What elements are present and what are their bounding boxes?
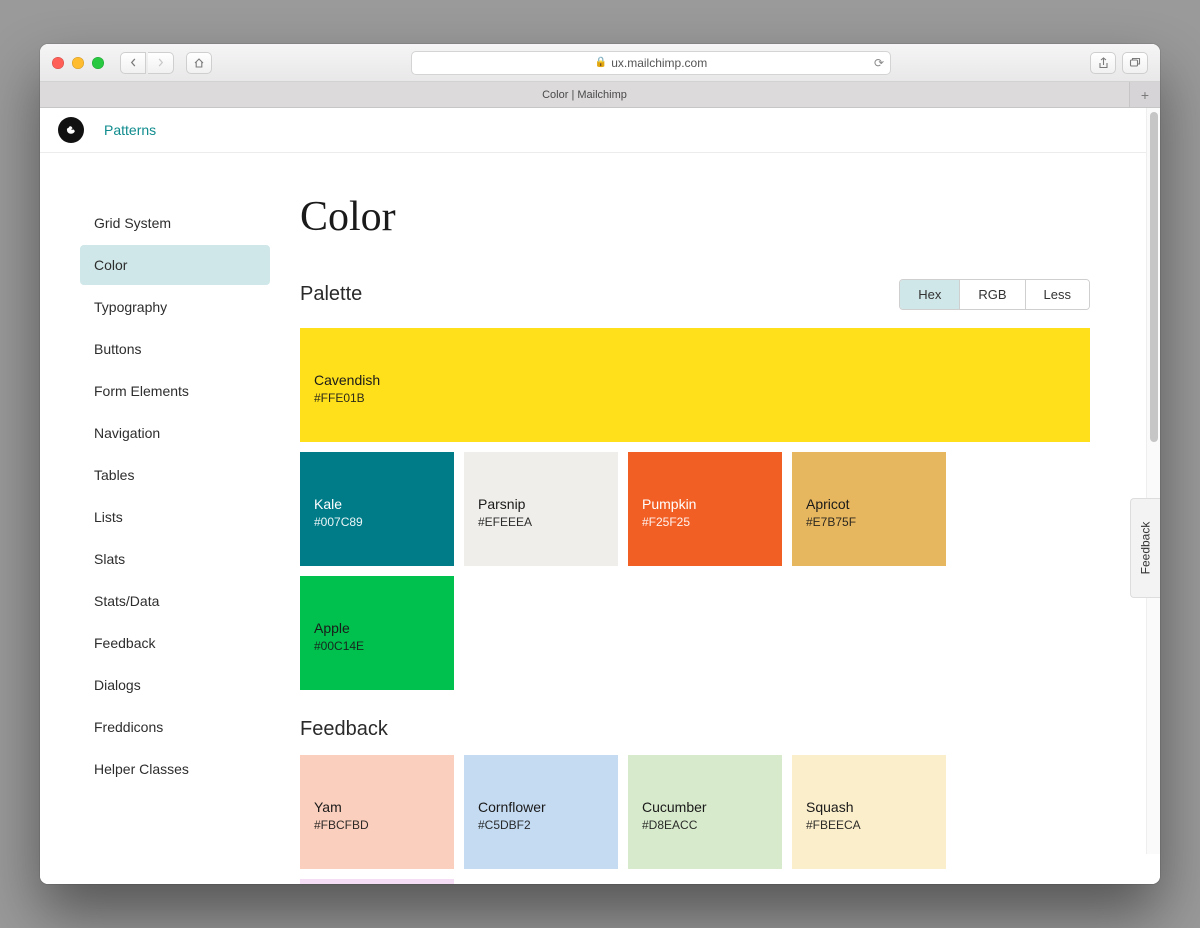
palette-swatches: Cavendish#FFE01BKale#007C89Parsnip#EFEEE… [300,328,1090,690]
toolbar-right [1090,52,1148,74]
nav-buttons [120,52,174,74]
browser-tab[interactable]: Color | Mailchimp [40,82,1130,107]
swatch-name: Cucumber [642,797,768,817]
feedback-side-tab[interactable]: Feedback [1130,498,1160,598]
main-content: Color Palette HexRGBLess Cavendish#FFE01… [290,153,1160,884]
swatch-hex: #00C14E [314,638,440,655]
swatch-name: Pumpkin [642,494,768,514]
sidebar-item-grid-system[interactable]: Grid System [80,203,270,243]
lock-icon: 🔒 [595,57,607,68]
close-window-button[interactable] [52,57,64,69]
sidebar-item-stats-data[interactable]: Stats/Data [80,581,270,621]
swatch-hex: #D8EACC [642,817,768,834]
scrollbar-thumb[interactable] [1150,112,1158,442]
url-text: ux.mailchimp.com [611,56,707,70]
swatch-name: Kale [314,494,440,514]
swatch-name: Cavendish [314,370,1076,390]
sidebar: Grid SystemColorTypographyButtonsForm El… [40,153,290,884]
swatch-hex: #007C89 [314,514,440,531]
swatch-name: Apple [314,618,440,638]
format-toggle: HexRGBLess [899,279,1090,310]
palette-section-header: Palette HexRGBLess [300,279,1090,310]
feedback-swatches: Yam#FBCFBDCornflower#C5DBF2Cucumber#D8EA… [300,755,1090,884]
format-option-hex[interactable]: Hex [900,280,960,309]
url-bar[interactable]: 🔒 ux.mailchimp.com ⟳ [411,51,891,75]
share-button[interactable] [1090,52,1116,74]
sidebar-item-helper-classes[interactable]: Helper Classes [80,749,270,789]
sidebar-item-typography[interactable]: Typography [80,287,270,327]
swatch-name: Apricot [806,494,932,514]
back-button[interactable] [120,52,146,74]
swatch-pumpkin[interactable]: Pumpkin#F25F25 [628,452,782,566]
swatch-hex: #FBEECA [806,817,932,834]
swatch-hex: #C5DBF2 [478,817,604,834]
browser-window: 🔒 ux.mailchimp.com ⟳ Color | Mailchimp +… [40,44,1160,884]
home-button[interactable] [186,52,212,74]
sidebar-item-buttons[interactable]: Buttons [80,329,270,369]
swatch-apricot[interactable]: Apricot#E7B75F [792,452,946,566]
feedback-tab-label: Feedback [1139,522,1153,575]
swatch-cornflower[interactable]: Cornflower#C5DBF2 [464,755,618,869]
sidebar-item-lists[interactable]: Lists [80,497,270,537]
swatch-hex: #FFE01B [314,390,1076,407]
swatch-kale[interactable]: Kale#007C89 [300,452,454,566]
patterns-nav-link[interactable]: Patterns [104,122,156,138]
swatch-cavendish[interactable]: Cavendish#FFE01B [300,328,1090,442]
swatch-name: Squash [806,797,932,817]
sidebar-item-slats[interactable]: Slats [80,539,270,579]
tabs-button[interactable] [1122,52,1148,74]
site-header: Patterns [40,108,1160,153]
page: Patterns Grid SystemColorTypographyButto… [40,108,1160,884]
swatch-parsnip[interactable]: Parsnip#EFEEEA [464,452,618,566]
sidebar-item-navigation[interactable]: Navigation [80,413,270,453]
new-tab-button[interactable]: + [1130,82,1160,107]
swatch-hex: #FBCFBD [314,817,440,834]
zoom-window-button[interactable] [92,57,104,69]
swatch-name: Yam [314,797,440,817]
window-controls [52,57,104,69]
minimize-window-button[interactable] [72,57,84,69]
swatch-unnamed[interactable] [300,879,454,884]
swatch-squash[interactable]: Squash#FBEECA [792,755,946,869]
section-heading-palette: Palette [300,283,362,306]
swatch-apple[interactable]: Apple#00C14E [300,576,454,690]
swatch-hex: #E7B75F [806,514,932,531]
sidebar-item-color[interactable]: Color [80,245,270,285]
swatch-name: Cornflower [478,797,604,817]
titlebar: 🔒 ux.mailchimp.com ⟳ [40,44,1160,82]
swatch-hex: #EFEEEA [478,514,604,531]
forward-button[interactable] [148,52,174,74]
tab-title: Color | Mailchimp [542,89,627,101]
section-heading-feedback: Feedback [300,718,1090,741]
sidebar-item-freddicons[interactable]: Freddicons [80,707,270,747]
page-body: Grid SystemColorTypographyButtonsForm El… [40,153,1160,884]
mailchimp-logo-icon[interactable] [58,117,84,143]
sidebar-item-feedback[interactable]: Feedback [80,623,270,663]
scrollbar-track[interactable] [1146,108,1160,854]
sidebar-item-form-elements[interactable]: Form Elements [80,371,270,411]
sidebar-item-tables[interactable]: Tables [80,455,270,495]
swatch-yam[interactable]: Yam#FBCFBD [300,755,454,869]
swatch-hex: #F25F25 [642,514,768,531]
swatch-name: Parsnip [478,494,604,514]
swatch-cucumber[interactable]: Cucumber#D8EACC [628,755,782,869]
format-option-rgb[interactable]: RGB [960,280,1025,309]
tab-strip: Color | Mailchimp + [40,82,1160,108]
reload-icon[interactable]: ⟳ [874,56,884,70]
format-option-less[interactable]: Less [1026,280,1089,309]
sidebar-item-dialogs[interactable]: Dialogs [80,665,270,705]
page-title: Color [300,193,1090,241]
